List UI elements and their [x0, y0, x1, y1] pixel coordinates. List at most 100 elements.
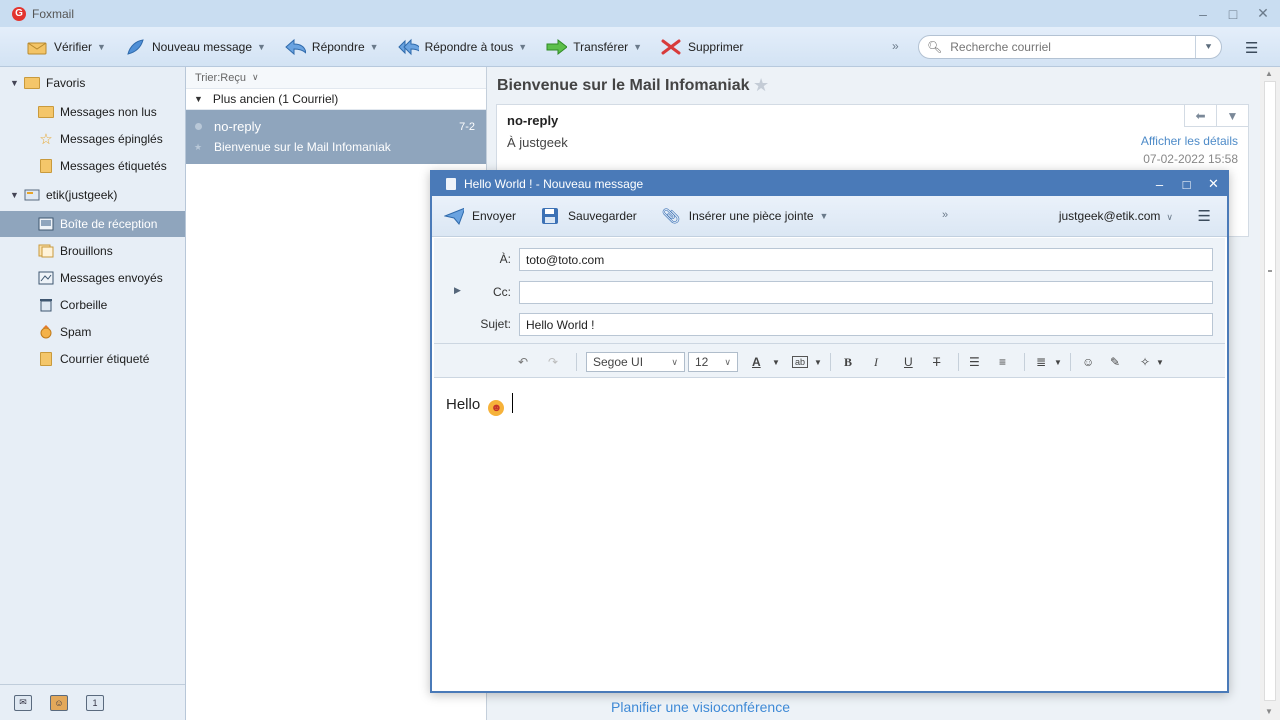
compose-menu-icon[interactable]: ☰ [1198, 207, 1211, 225]
sender-name: no-reply [507, 113, 559, 128]
chevron-down-icon[interactable]: ∨ [252, 72, 259, 83]
toolbar-overflow-icon[interactable]: » [942, 209, 948, 221]
plan-video-conference-link[interactable]: Planifier une visioconférence [611, 699, 790, 715]
tag-folder-icon [38, 159, 54, 173]
to-field[interactable]: toto@toto.com [519, 248, 1213, 271]
emoji-icon[interactable]: ☺ [1082, 352, 1094, 372]
subject-field[interactable]: Hello World ! [519, 313, 1213, 336]
save-button[interactable]: Sauvegarder [540, 207, 637, 225]
calendar-icon[interactable]: 1 [86, 694, 104, 711]
list-item[interactable]: ★ no-reply 7-2 Bienvenue sur le Mail Inf… [186, 110, 486, 164]
collapse-icon[interactable]: ▼ [194, 94, 203, 104]
unread-dot-icon[interactable] [195, 123, 202, 130]
compose-toolbar: Envoyer Sauvegarder 📎︎ Insérer une pièce… [432, 196, 1227, 237]
sidebar-item-unread[interactable]: Messages non lus [38, 99, 157, 125]
chevron-down-icon[interactable]: ▼ [772, 352, 780, 372]
inbox-icon [38, 217, 54, 231]
maximize-icon[interactable]: □ [1218, 6, 1248, 22]
message-body-editor[interactable]: Hello ☻ [434, 379, 1225, 691]
star-icon[interactable]: ★ [194, 142, 202, 153]
minimize-icon[interactable]: – [1188, 6, 1218, 22]
numbered-list-icon[interactable]: ≡ [999, 352, 1006, 372]
reply-all-button[interactable]: Répondre à tous ▼ [391, 32, 534, 62]
chevron-down-icon[interactable]: ▼ [97, 42, 106, 52]
vertical-scrollbar[interactable]: ▲ ▼ [1260, 67, 1280, 720]
collapse-icon[interactable]: ▼ [10, 78, 24, 88]
trash-icon [38, 298, 54, 312]
sort-bar[interactable]: Trier:Reçu ∨ [186, 67, 486, 88]
mail-icon[interactable]: ✉ [14, 694, 32, 711]
close-icon[interactable]: ✕ [1248, 5, 1278, 22]
text-color-icon[interactable]: A [752, 352, 761, 372]
main-toolbar: Vérifier ▼ Nouveau message ▼ Répondre ▼ … [0, 27, 1280, 67]
cc-field[interactable] [519, 281, 1213, 304]
contacts-icon[interactable]: ☺ [50, 694, 68, 711]
search-box[interactable]: 🔍︎ ⯆ [918, 35, 1222, 59]
text-cursor [511, 393, 513, 413]
forward-button[interactable]: Transférer ▼ [539, 32, 648, 62]
sidebar-item-trash[interactable]: Corbeille [38, 292, 107, 318]
close-icon[interactable]: ✕ [1200, 176, 1227, 192]
clear-format-icon[interactable]: ✎ [1110, 352, 1120, 372]
font-size-select[interactable]: 12 ∨ [688, 352, 738, 372]
chevron-down-icon[interactable]: ▼ [518, 42, 527, 52]
chevron-down-icon[interactable]: ▼ [257, 42, 266, 52]
main-menu-icon[interactable]: ☰ [1245, 39, 1258, 57]
send-button[interactable]: Envoyer [444, 207, 516, 225]
sidebar-item-drafts[interactable]: Brouillons [38, 238, 113, 264]
account-group[interactable]: ▼ etik(justgeek) [10, 182, 117, 208]
underline-icon[interactable]: U [904, 352, 913, 372]
sort-label[interactable]: Trier:Reçu [195, 72, 246, 84]
font-family-select[interactable]: Segoe UI ∨ [586, 352, 685, 372]
chevron-down-icon[interactable]: ▼ [814, 352, 822, 372]
maximize-icon[interactable]: □ [1173, 177, 1200, 192]
search-icon: 🔍︎ [927, 40, 943, 54]
strikethrough-icon[interactable]: T [933, 352, 940, 372]
chevron-down-icon[interactable]: ▼ [1156, 352, 1164, 372]
sidebar-item-label: Messages épinglés [60, 132, 163, 146]
scroll-thumb[interactable] [1264, 81, 1276, 701]
group-header[interactable]: ▼ Plus ancien (1 Courriel) [186, 88, 486, 110]
chevron-down-icon[interactable]: ▼ [370, 42, 379, 52]
chevron-down-icon[interactable]: ▼ [633, 42, 642, 52]
minimize-icon[interactable]: – [1146, 177, 1173, 192]
search-options-icon[interactable]: ⯆ [1195, 36, 1221, 58]
sidebar-item-inbox[interactable]: Boîte de réception [0, 211, 185, 237]
redo-icon[interactable]: ↷ [548, 352, 558, 372]
bullet-list-icon[interactable]: ☰ [969, 352, 980, 372]
sender-account-select[interactable]: justgeek@etik.com ∨ [1059, 209, 1173, 223]
reply-button[interactable]: Répondre ▼ [278, 32, 385, 62]
check-mail-button[interactable]: Vérifier ▼ [20, 32, 112, 62]
new-message-label: Nouveau message [151, 39, 252, 54]
message-date: 7-2 [459, 121, 475, 133]
undo-icon[interactable]: ↶ [518, 352, 528, 372]
sidebar-item-tagged-messages[interactable]: Messages étiquetés [38, 153, 167, 179]
highlight-color-icon[interactable]: ab [792, 356, 809, 368]
star-icon[interactable]: ★ [753, 75, 769, 96]
sidebar-item-sent[interactable]: Messages envoyés [38, 265, 163, 291]
align-icon[interactable]: ≣ [1036, 352, 1046, 372]
search-input[interactable] [950, 40, 1191, 54]
sidebar-item-pinned[interactable]: ☆ Messages épinglés [38, 126, 163, 152]
reply-icon[interactable]: ⬅ [1184, 105, 1216, 127]
chevron-down-icon[interactable]: ▼ [1216, 105, 1248, 127]
new-message-button[interactable]: Nouveau message ▼ [118, 32, 272, 62]
bold-icon[interactable]: B [844, 352, 852, 372]
chevron-down-icon[interactable]: ▼ [820, 211, 829, 221]
attach-file-button[interactable]: 📎︎ Insérer une pièce jointe ▼ [661, 207, 829, 225]
sidebar-item-spam[interactable]: Spam [38, 319, 91, 345]
chevron-down-icon[interactable]: ▼ [1054, 352, 1062, 372]
scroll-down-icon[interactable]: ▼ [1265, 707, 1273, 716]
toolbar-overflow-icon[interactable]: » [892, 39, 899, 53]
favorites-group[interactable]: ▼ Favoris [10, 70, 85, 96]
sent-icon [38, 271, 54, 285]
delete-button[interactable]: Supprimer [654, 32, 749, 62]
italic-icon[interactable]: I [874, 352, 878, 372]
show-details-link[interactable]: Afficher les détails [1141, 134, 1238, 148]
sidebar-item-tagged-mail[interactable]: Courrier étiqueté [38, 346, 149, 372]
chevron-down-icon[interactable]: ∨ [1166, 212, 1173, 222]
scroll-up-icon[interactable]: ▲ [1265, 69, 1273, 78]
collapse-icon[interactable]: ▼ [10, 190, 24, 200]
expand-fields-icon[interactable]: ▶ [454, 285, 461, 296]
magic-wand-icon[interactable]: ✧ [1140, 352, 1150, 372]
